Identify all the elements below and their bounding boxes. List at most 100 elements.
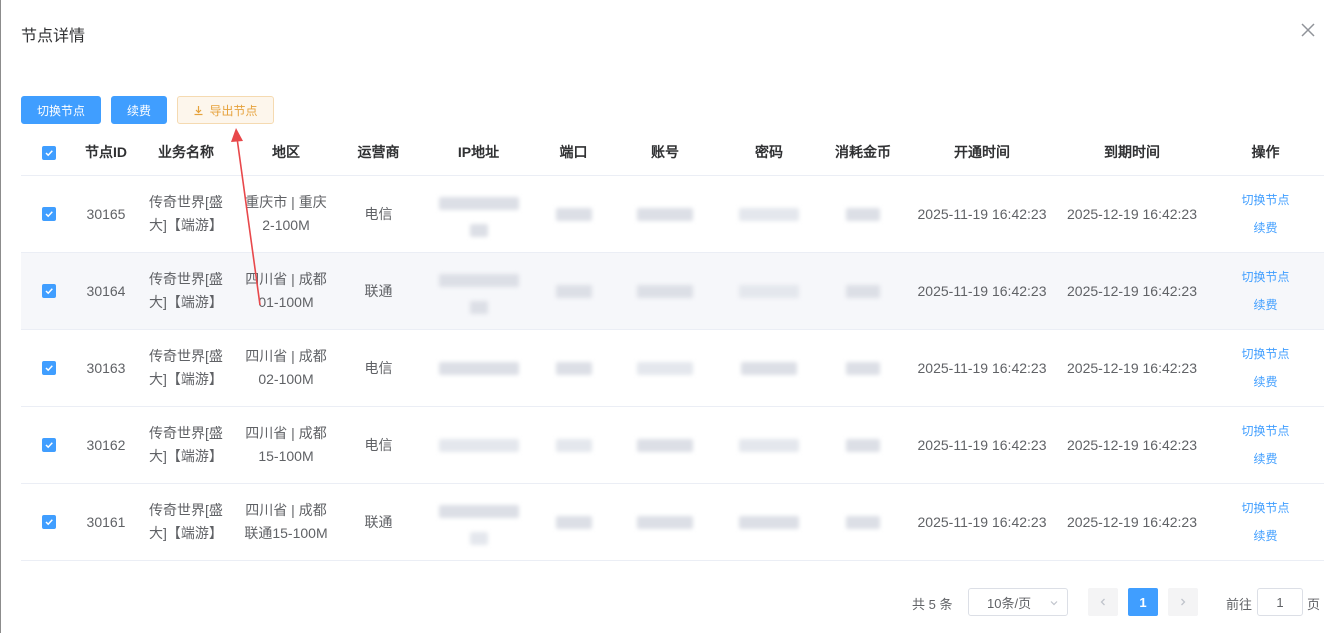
region-line1: 四川省 | 成都 xyxy=(245,502,327,518)
row-switch-node-link[interactable]: 切换节点 xyxy=(1207,417,1324,445)
node-id: 30162 xyxy=(86,436,126,453)
password-redacted xyxy=(719,357,819,380)
biz-name: 传奇世界[盛 大]【端游】 xyxy=(136,345,236,391)
page-number-current[interactable]: 1 xyxy=(1128,588,1158,616)
row-checkbox[interactable] xyxy=(41,207,56,221)
goto-prefix: 前往 xyxy=(1226,597,1253,612)
port-redacted xyxy=(536,511,611,534)
select-all-checkbox[interactable] xyxy=(41,145,56,160)
row-renew-link[interactable]: 续费 xyxy=(1207,522,1324,550)
expire-time: 2025-12-19 16:42:23 xyxy=(1067,282,1197,299)
biz-name: 传奇世界[盛 大]【端游】 xyxy=(136,422,236,468)
open-time: 2025-11-19 16:42:23 xyxy=(917,513,1047,530)
row-checkbox-cell xyxy=(21,438,76,452)
switch-node-label: 切换节点 xyxy=(37,103,86,118)
row-checkbox[interactable] xyxy=(41,361,56,375)
renew-label: 续费 xyxy=(127,103,152,118)
check-icon xyxy=(44,288,53,295)
ip-address-redacted xyxy=(421,499,536,545)
biz-name-line2: 大]【端游】 xyxy=(149,217,223,233)
window-left-edge xyxy=(0,0,1,633)
coins-redacted xyxy=(819,203,907,226)
node-id: 30163 xyxy=(86,359,126,376)
row-renew-link[interactable]: 续费 xyxy=(1207,214,1324,242)
region-line1: 四川省 | 成都 xyxy=(245,271,327,287)
renew-button[interactable]: 续费 xyxy=(111,96,167,124)
chevron-right-icon xyxy=(1181,598,1186,606)
operations: 切换节点 续费 xyxy=(1207,494,1324,550)
expire-time: 2025-12-19 16:42:23 xyxy=(1067,513,1197,530)
biz-name: 传奇世界[盛 大]【端游】 xyxy=(136,268,236,314)
region: 重庆市 | 重庆 2-100M xyxy=(236,191,336,237)
row-renew-link[interactable]: 续费 xyxy=(1207,368,1324,396)
isp: 联通 xyxy=(364,282,393,299)
row-switch-node-link[interactable]: 切换节点 xyxy=(1207,263,1324,291)
password-redacted xyxy=(719,511,819,534)
region-line2: 2-100M xyxy=(262,217,310,233)
prev-page-button[interactable] xyxy=(1088,588,1118,616)
header-password: 密码 xyxy=(755,144,783,160)
row-checkbox[interactable] xyxy=(41,438,56,452)
ip-address-redacted xyxy=(421,268,536,314)
expire-time: 2025-12-19 16:42:23 xyxy=(1067,359,1197,376)
header-open-time: 开通时间 xyxy=(954,144,1010,160)
row-switch-node-link[interactable]: 切换节点 xyxy=(1207,186,1324,214)
biz-name-line1: 传奇世界[盛 xyxy=(149,271,223,287)
total-count: 共 5 条 xyxy=(912,597,953,612)
header-region: 地区 xyxy=(272,144,300,160)
chevron-left-icon xyxy=(1100,598,1105,606)
row-switch-node-link[interactable]: 切换节点 xyxy=(1207,494,1324,522)
biz-name-line2: 大]【端游】 xyxy=(149,371,223,387)
export-nodes-button[interactable]: 导出节点 xyxy=(177,96,274,124)
check-icon xyxy=(44,149,53,156)
region: 四川省 | 成都 联通15-100M xyxy=(236,499,336,545)
switch-node-button[interactable]: 切换节点 xyxy=(21,96,101,124)
header-ip: IP地址 xyxy=(457,144,500,160)
row-renew-link[interactable]: 续费 xyxy=(1207,291,1324,319)
header-id: 节点ID xyxy=(85,144,127,160)
region-line2: 02-100M xyxy=(258,371,314,387)
node-id: 30161 xyxy=(86,513,126,530)
biz-name: 传奇世界[盛 大]【端游】 xyxy=(136,499,236,545)
node-id: 30164 xyxy=(86,282,126,299)
node-id: 30165 xyxy=(86,205,126,222)
next-page-button[interactable] xyxy=(1168,588,1198,616)
row-switch-node-link[interactable]: 切换节点 xyxy=(1207,340,1324,368)
table-row: 30163 传奇世界[盛 大]【端游】 四川省 | 成都 02-100M 电信 20… xyxy=(21,330,1324,407)
header-expire-time: 到期时间 xyxy=(1104,144,1160,160)
ip-address-redacted xyxy=(421,434,536,457)
page-size-value: 10条/页 xyxy=(987,595,1032,611)
toolbar: 切换节点 续费 导出节点 xyxy=(21,96,274,124)
biz-name-line1: 传奇世界[盛 xyxy=(149,194,223,210)
header-isp: 运营商 xyxy=(357,144,400,160)
row-checkbox-cell xyxy=(21,284,76,298)
port-redacted xyxy=(536,203,611,226)
download-icon xyxy=(194,105,203,115)
coins-redacted xyxy=(819,280,907,303)
password-redacted xyxy=(719,203,819,226)
region: 四川省 | 成都 02-100M xyxy=(236,345,336,391)
close-icon xyxy=(1301,23,1315,37)
goto-page-input[interactable] xyxy=(1257,588,1303,616)
account-redacted xyxy=(611,511,719,534)
operations: 切换节点 续费 xyxy=(1207,263,1324,319)
row-checkbox-cell xyxy=(21,207,76,221)
check-icon xyxy=(44,442,53,449)
password-redacted xyxy=(719,280,819,303)
row-renew-link[interactable]: 续费 xyxy=(1207,445,1324,473)
isp: 电信 xyxy=(364,436,393,453)
region-line2: 01-100M xyxy=(258,294,314,310)
account-redacted xyxy=(611,280,719,303)
biz-name-line1: 传奇世界[盛 xyxy=(149,502,223,518)
expire-time: 2025-12-19 16:42:23 xyxy=(1067,205,1197,222)
page-size-select[interactable]: 10条/页 xyxy=(968,588,1068,616)
open-time: 2025-11-19 16:42:23 xyxy=(917,436,1047,453)
row-checkbox[interactable] xyxy=(41,284,56,298)
region-line2: 15-100M xyxy=(258,448,314,464)
open-time: 2025-11-19 16:42:23 xyxy=(917,205,1047,222)
biz-name-line1: 传奇世界[盛 xyxy=(149,348,223,364)
export-nodes-label: 导出节点 xyxy=(209,103,258,118)
biz-name-line2: 大]【端游】 xyxy=(149,525,223,541)
close-button[interactable] xyxy=(1298,20,1318,40)
row-checkbox[interactable] xyxy=(41,515,56,529)
